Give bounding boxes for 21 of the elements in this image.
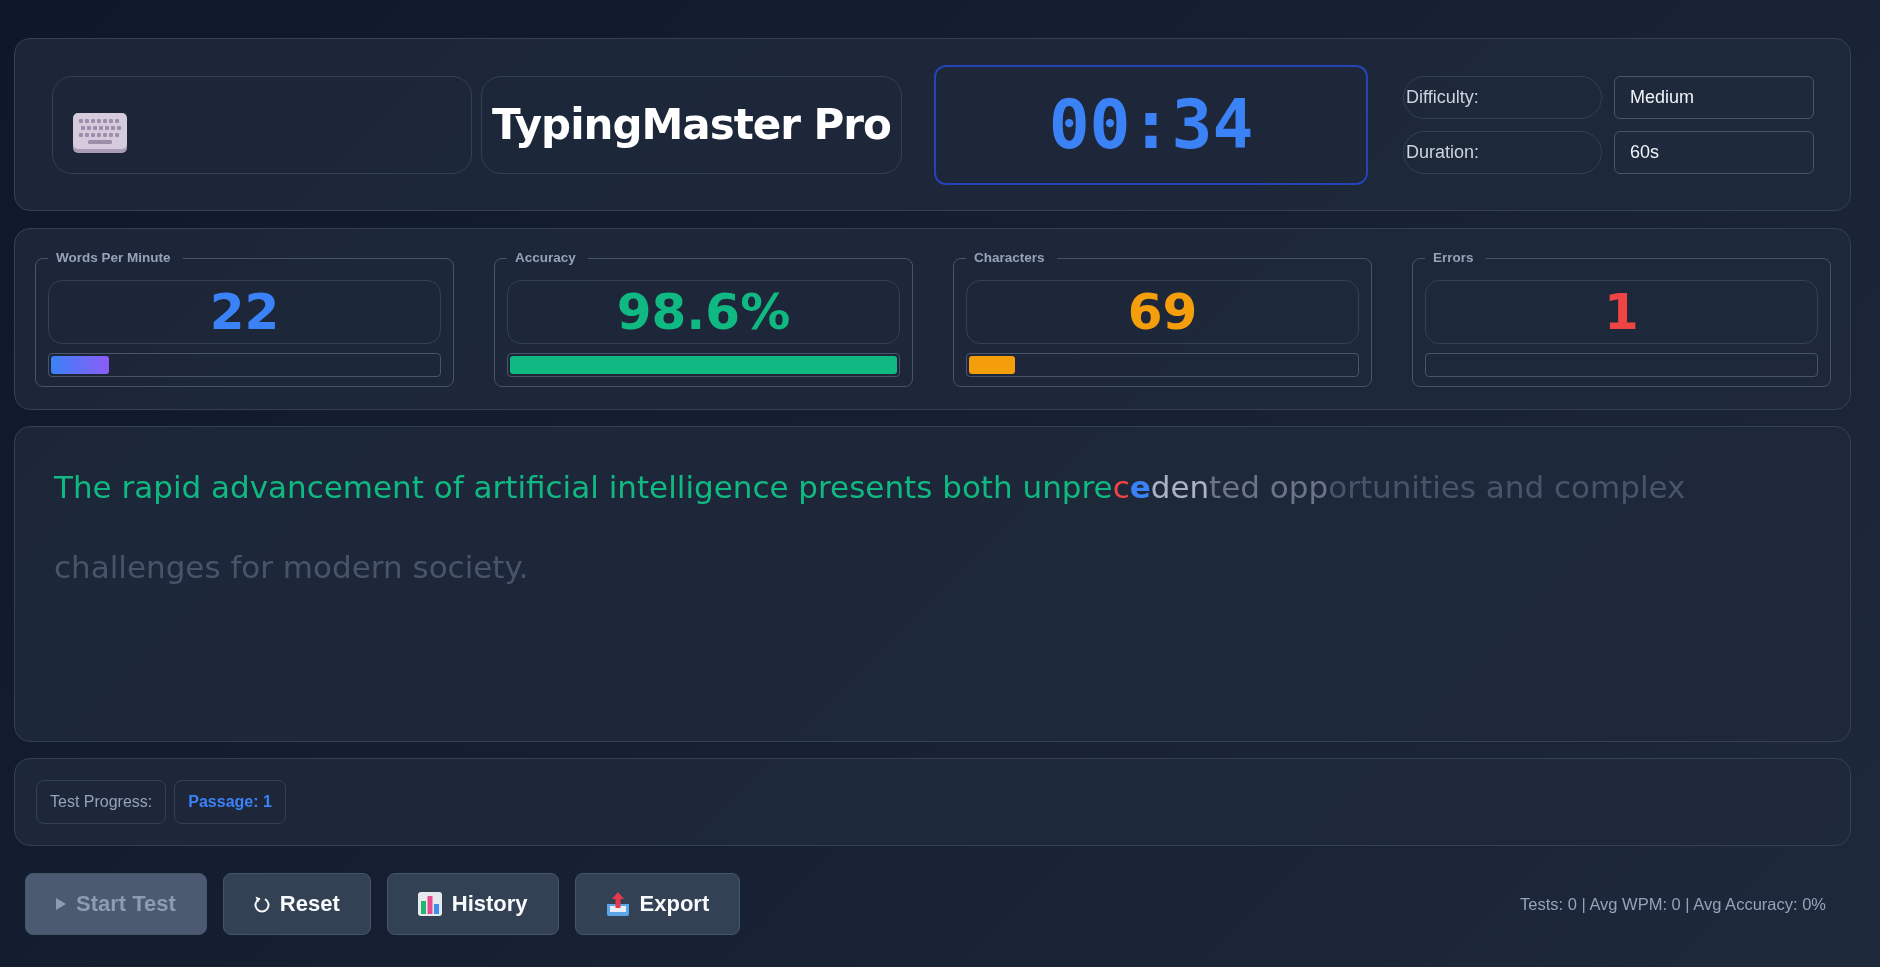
bar-chart-icon bbox=[417, 892, 442, 916]
play-icon bbox=[56, 898, 66, 910]
progress-label: Test Progress: bbox=[36, 780, 167, 824]
setting-select[interactable]: 60s bbox=[1614, 130, 1814, 174]
stat-value: 69 bbox=[966, 280, 1359, 344]
action-button[interactable]: Reset bbox=[222, 873, 371, 935]
stat-label: Words Per Minute bbox=[55, 250, 172, 266]
stat-label: Characters bbox=[973, 250, 1046, 266]
setting-select[interactable]: Medium bbox=[1614, 75, 1814, 119]
timer-display: 00:34 bbox=[934, 64, 1368, 185]
keyboard-icon bbox=[73, 112, 127, 153]
action-button[interactable]: Export bbox=[574, 873, 741, 935]
stat-label: Accuracy bbox=[514, 250, 577, 266]
passage-counter: Passage: 1 bbox=[174, 780, 286, 824]
reset-icon bbox=[253, 895, 270, 913]
stat-value: 22 bbox=[48, 280, 441, 344]
summary-text: Tests: 0 | Avg WPM: 0 | Avg Accuracy: 0% bbox=[1520, 894, 1826, 914]
outbox-tray-icon bbox=[605, 892, 630, 916]
action-button[interactable]: History bbox=[386, 873, 559, 935]
stat-value: 98.6% bbox=[507, 280, 900, 344]
app-title: TypingMaster Pro bbox=[492, 100, 891, 149]
